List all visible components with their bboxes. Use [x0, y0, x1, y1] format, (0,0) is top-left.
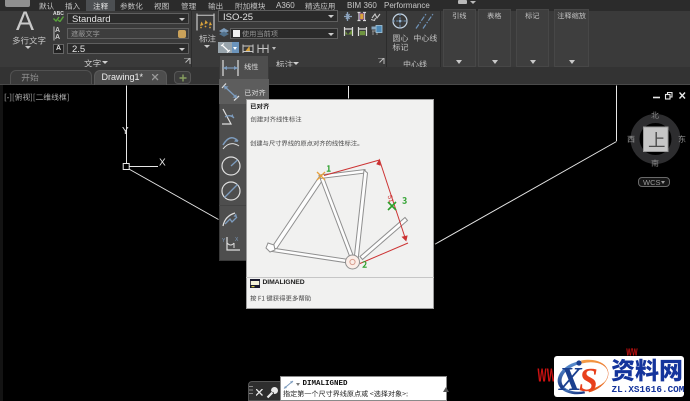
svg-text:X: X	[159, 158, 166, 169]
svg-text:X: X	[235, 237, 239, 243]
svg-text:S: S	[579, 362, 598, 396]
svg-text:Y: Y	[222, 238, 226, 244]
svg-text:Y: Y	[122, 126, 129, 137]
